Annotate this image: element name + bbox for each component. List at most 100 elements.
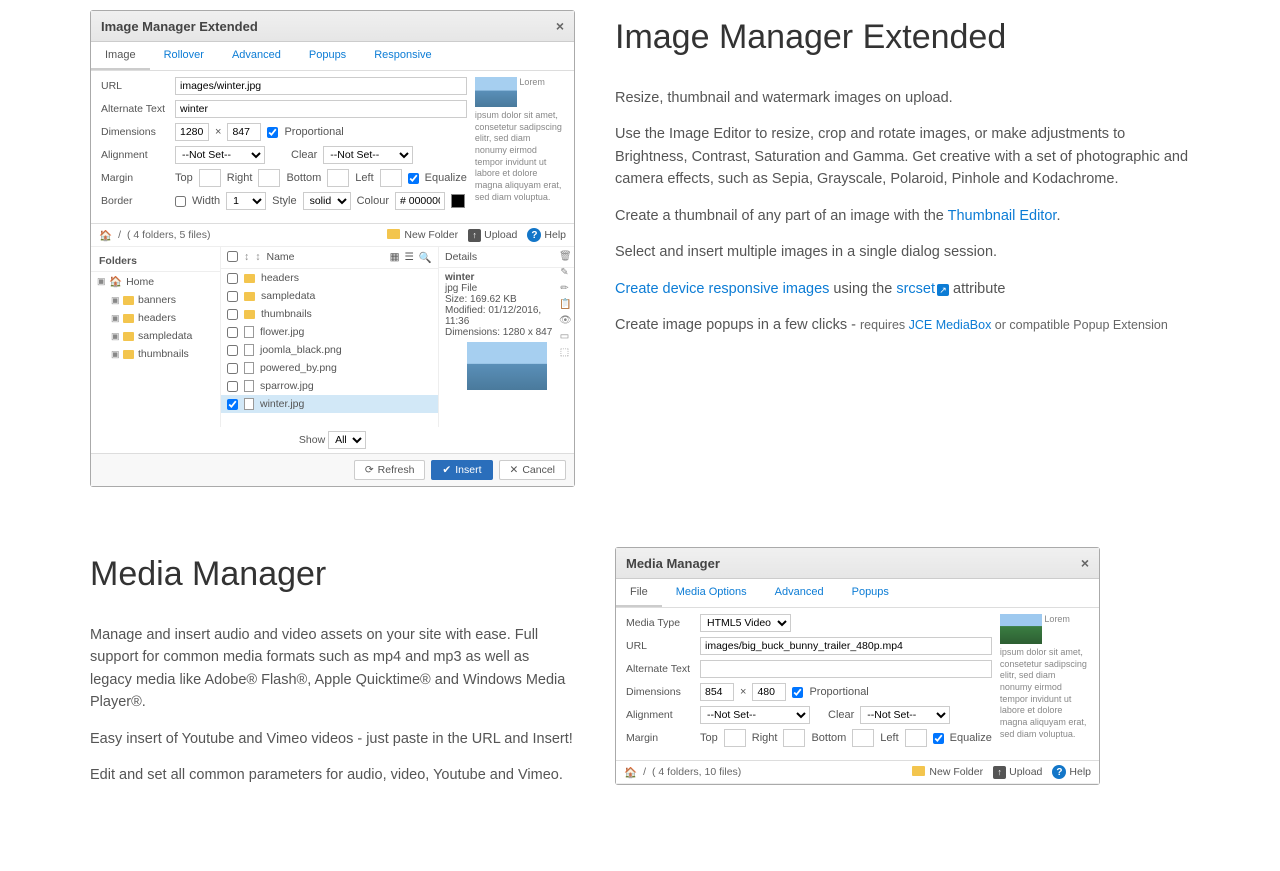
home-icon[interactable]: 🏠 [99,229,112,242]
height-input[interactable] [227,123,261,141]
file-icon [244,326,254,338]
cancel-button[interactable]: ✕Cancel [499,460,567,480]
alt-input[interactable] [175,100,467,118]
refresh-button[interactable]: ⟳Refresh [354,460,426,480]
url-input[interactable] [175,77,467,95]
thumb-icon[interactable]: ▭ [559,331,570,342]
image-manager-dialog: Image Manager Extended × Image Rollover … [90,10,575,487]
grid-view-icon[interactable]: ▦ [390,251,400,264]
paragraph: Create a thumbnail of any part of an ima… [615,205,1190,227]
proportional-checkbox[interactable] [267,127,278,138]
paragraph: Use the Image Editor to resize, crop and… [615,123,1190,190]
media-type-select[interactable]: HTML5 Video [700,614,791,632]
select-all-checkbox[interactable] [227,251,238,262]
list-view-icon[interactable]: ☰ [405,251,414,264]
help-button[interactable]: ?Help [1052,765,1091,779]
tab-file[interactable]: File [616,579,662,607]
tab-rollover[interactable]: Rollover [150,42,218,70]
margin-bottom-input[interactable] [852,729,874,747]
mediabox-link[interactable]: JCE MediaBox [909,318,992,332]
label-media-type: Media Type [626,617,694,629]
margin-right-input[interactable] [258,169,280,187]
dialog-tabs: Image Rollover Advanced Popups Responsiv… [91,42,574,71]
sort-icon[interactable]: ↕ [244,251,249,264]
close-icon[interactable]: × [1081,555,1089,571]
search-icon[interactable]: 🔍 [419,251,432,264]
upload-button[interactable]: ↑Upload [468,229,517,242]
equalize-checkbox[interactable] [408,173,419,184]
margin-right-input[interactable] [783,729,805,747]
tab-popups[interactable]: Popups [838,579,903,607]
tree-item[interactable]: ▣sampledata [91,327,220,345]
tab-advanced[interactable]: Advanced [218,42,295,70]
border-checkbox[interactable] [175,196,186,207]
margin-left-input[interactable] [905,729,927,747]
new-folder-button[interactable]: New Folder [912,765,983,779]
colour-input[interactable] [395,192,445,210]
view-icon[interactable]: 👁 [559,315,570,326]
show-select[interactable]: All [328,431,366,449]
upload-button[interactable]: ↑Upload [993,766,1042,779]
margin-top-input[interactable] [199,169,221,187]
sort-icon[interactable]: ↕ [255,251,260,264]
equalize-checkbox[interactable] [933,733,944,744]
rename-icon[interactable]: ✏ [559,283,570,294]
label-margin: Margin [101,172,169,184]
srcset-link[interactable]: srcset↗ [896,281,949,297]
responsive-images-link[interactable]: Create device responsive images [615,281,829,297]
copy-icon[interactable]: 📋 [559,299,570,310]
label-border-style: Style [272,195,296,207]
height-input[interactable] [752,683,786,701]
tree-item[interactable]: ▣banners [91,291,220,309]
list-row[interactable]: headers [221,269,438,287]
width-input[interactable] [700,683,734,701]
colour-swatch[interactable] [451,194,465,208]
tree-item[interactable]: ▣thumbnails [91,345,220,363]
tab-advanced[interactable]: Advanced [761,579,838,607]
list-header-name[interactable]: Name [267,251,295,264]
align-select[interactable]: --Not Set-- [700,706,810,724]
border-style-select[interactable]: solid [303,192,351,210]
home-icon[interactable]: 🏠 [624,766,637,779]
list-row-selected[interactable]: winter.jpg [221,395,438,413]
crop-icon[interactable]: ⬚ [559,347,570,358]
delete-icon[interactable]: 🗑 [559,251,570,262]
tree-item[interactable]: ▣headers [91,309,220,327]
tree-home[interactable]: ▣🏠Home [91,272,220,291]
alt-input[interactable] [700,660,992,678]
label-border: Border [101,195,169,207]
tab-media-options[interactable]: Media Options [662,579,761,607]
insert-button[interactable]: ✔Insert [431,460,492,480]
new-folder-button[interactable]: New Folder [387,228,458,242]
list-row[interactable]: sparrow.jpg [221,377,438,395]
border-width-select[interactable]: 1 [226,192,266,210]
label-align: Alignment [101,149,169,161]
tab-popups[interactable]: Popups [295,42,360,70]
list-row[interactable]: powered_by.png [221,359,438,377]
label-top: Top [700,732,718,744]
list-row[interactable]: flower.jpg [221,323,438,341]
detail-name: winter [445,272,474,283]
tab-responsive[interactable]: Responsive [360,42,445,70]
help-button[interactable]: ?Help [527,228,566,242]
margin-top-input[interactable] [724,729,746,747]
clear-select[interactable]: --Not Set-- [860,706,950,724]
list-row[interactable]: thumbnails [221,305,438,323]
tab-image[interactable]: Image [91,42,150,70]
margin-bottom-input[interactable] [327,169,349,187]
help-icon: ? [1052,765,1066,779]
list-row[interactable]: sampledata [221,287,438,305]
url-input[interactable] [700,637,992,655]
width-input[interactable] [175,123,209,141]
margin-left-input[interactable] [380,169,402,187]
proportional-checkbox[interactable] [792,687,803,698]
file-icon [244,344,254,356]
thumbnail-editor-link[interactable]: Thumbnail Editor [948,208,1057,224]
clear-select[interactable]: --Not Set-- [323,146,413,164]
label-equalize: Equalize [425,172,467,184]
list-row[interactable]: joomla_black.png [221,341,438,359]
close-icon[interactable]: × [556,18,564,34]
folder-icon [244,292,255,301]
edit-icon[interactable]: ✎ [559,267,570,278]
align-select[interactable]: --Not Set-- [175,146,265,164]
